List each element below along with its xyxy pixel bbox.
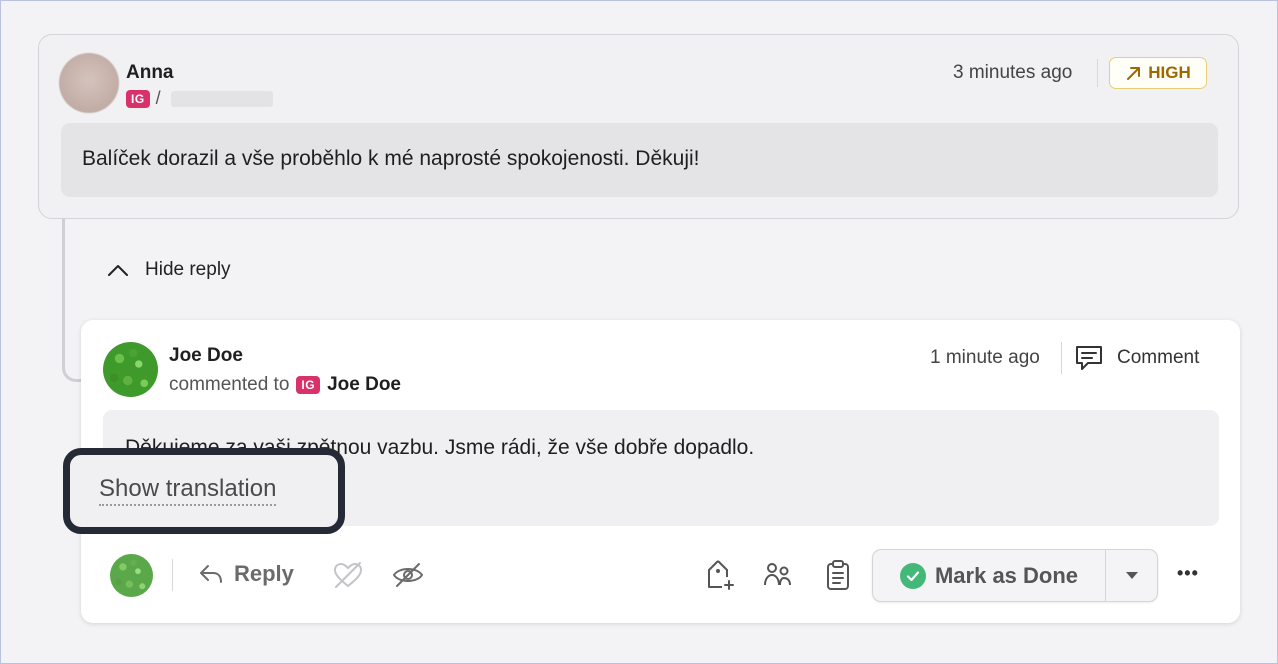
mark-as-done-split-button: Mark as Done bbox=[872, 549, 1158, 602]
avatar bbox=[103, 342, 158, 397]
timestamp: 1 minute ago bbox=[930, 347, 1040, 368]
instagram-badge: IG bbox=[126, 89, 150, 108]
reply-author-name: Joe Doe bbox=[169, 345, 243, 366]
clipboard-icon[interactable] bbox=[825, 559, 851, 591]
reply-target-name: Joe Doe bbox=[327, 374, 401, 395]
handle-separator: / bbox=[155, 88, 161, 108]
comment-type-label: Comment bbox=[1117, 347, 1200, 368]
reply-meta: commented to IG Joe Doe bbox=[169, 374, 401, 396]
reply-arrow-icon bbox=[198, 562, 224, 586]
add-tag-icon[interactable] bbox=[705, 559, 735, 591]
divider bbox=[1061, 342, 1062, 374]
like-off-icon[interactable] bbox=[333, 561, 363, 589]
hide-reply-label: Hide reply bbox=[145, 259, 231, 280]
priority-label: HIGH bbox=[1148, 63, 1191, 82]
hide-eye-icon[interactable] bbox=[392, 561, 424, 589]
comment-icon bbox=[1074, 344, 1104, 372]
mark-as-done-label: Mark as Done bbox=[934, 562, 1079, 588]
timestamp: 3 minutes ago bbox=[953, 62, 1073, 83]
more-options-button[interactable]: ••• bbox=[1177, 563, 1199, 584]
redacted-handle bbox=[171, 91, 273, 107]
reply-button[interactable]: Reply bbox=[198, 561, 294, 587]
reply-label: Reply bbox=[234, 561, 294, 586]
divider bbox=[172, 559, 173, 591]
mark-as-done-dropdown[interactable] bbox=[1106, 550, 1158, 601]
divider bbox=[1097, 59, 1098, 87]
hide-reply-toggle[interactable]: Hide reply bbox=[107, 259, 231, 281]
check-circle-icon bbox=[899, 562, 926, 589]
arrow-up-right-icon bbox=[1125, 65, 1142, 82]
mark-as-done-button[interactable]: Mark as Done bbox=[873, 550, 1105, 601]
priority-badge[interactable]: HIGH bbox=[1109, 57, 1207, 89]
show-translation-link[interactable]: Show translation bbox=[99, 475, 277, 506]
chevron-up-icon bbox=[107, 263, 129, 277]
instagram-badge: IG bbox=[296, 376, 321, 394]
comment-type: Comment bbox=[1074, 344, 1199, 372]
caret-down-icon bbox=[1125, 571, 1139, 580]
author-meta: IG / bbox=[126, 88, 161, 109]
comment-message: Balíček dorazil a vše proběhlo k mé napr… bbox=[61, 123, 1218, 197]
avatar bbox=[59, 53, 119, 113]
author-name: Anna bbox=[126, 62, 174, 83]
avatar bbox=[110, 554, 153, 597]
assign-users-icon[interactable] bbox=[763, 561, 793, 589]
commented-to-text: commented to bbox=[169, 374, 290, 395]
